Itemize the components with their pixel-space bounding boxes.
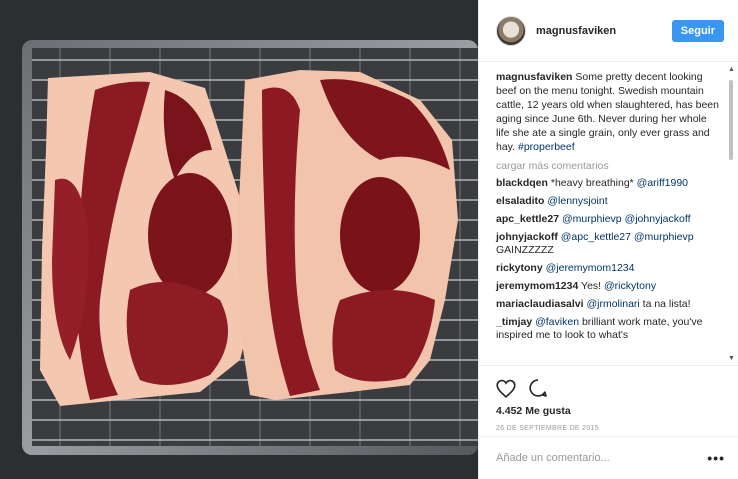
comment-text: GAINZZZZZ: [496, 244, 554, 256]
comment-mention[interactable]: @faviken: [535, 316, 579, 328]
follow-button[interactable]: Seguir: [671, 19, 724, 42]
post-header: magnusfaviken Seguir: [479, 0, 738, 62]
comment-username[interactable]: johnyjackoff: [496, 231, 558, 243]
comment-item: blackdqen *heavy breathing* @ariff1990: [496, 177, 721, 190]
comment-mention[interactable]: @jeremymom1234: [546, 262, 635, 274]
post-side-panel: magnusfaviken Seguir magnusfaviken Some …: [478, 0, 738, 479]
comment-item: apc_kettle27 @murphievp @johnyjackoff: [496, 213, 721, 226]
comment-item: _timjay @faviken brilliant work mate, yo…: [496, 316, 721, 342]
comment-mention[interactable]: @jrmolinari: [586, 298, 639, 310]
scroll-down-arrow-icon[interactable]: ▼: [728, 355, 735, 362]
comment-bubble-icon[interactable]: [528, 378, 548, 398]
comment-username[interactable]: elsaladito: [496, 195, 544, 207]
add-comment-input[interactable]: [496, 452, 708, 464]
post-date: 26 DE SEPTIEMBRE DE 2015: [496, 425, 599, 432]
comment-mention[interactable]: @lennysjoint: [547, 195, 607, 207]
comment-username[interactable]: blackdqen: [496, 177, 548, 189]
scrollbar-thumb[interactable]: [729, 80, 733, 160]
comment-item: elsaladito @lennysjoint: [496, 195, 721, 208]
comments-scrollbar[interactable]: ▲ ▼: [727, 66, 735, 362]
scroll-up-arrow-icon[interactable]: ▲: [728, 66, 735, 73]
comment-text: Yes!: [581, 280, 605, 292]
comment-username[interactable]: mariaclaudiasalvi: [496, 298, 584, 310]
heart-icon[interactable]: [496, 379, 516, 398]
comment-mention[interactable]: @murphievp @johnyjackoff: [562, 213, 691, 225]
comment-item: mariaclaudiasalvi @jrmolinari ta na list…: [496, 298, 721, 311]
more-options-button[interactable]: •••: [707, 450, 725, 466]
comment-item: rickytony @jeremymom1234: [496, 262, 721, 275]
comment-item: jeremymom1234 Yes! @rickytony: [496, 280, 721, 293]
likes-count[interactable]: 4.452 Me gusta: [496, 405, 722, 417]
load-more-comments-link[interactable]: cargar más comentarios: [496, 160, 721, 172]
action-icons: [496, 374, 722, 402]
post-photo[interactable]: [0, 0, 478, 479]
post-actions: 4.452 Me gusta 26 DE SEPTIEMBRE DE 2015: [479, 365, 738, 432]
add-comment-bar: •••: [479, 436, 738, 479]
comments-list[interactable]: magnusfaviken Some pretty decent looking…: [479, 66, 738, 364]
comment-text: *heavy breathing*: [550, 177, 637, 189]
comment-username[interactable]: rickytony: [496, 262, 543, 274]
header-username[interactable]: magnusfaviken: [536, 25, 672, 37]
beef-steaks-image: [0, 0, 478, 479]
caption-username[interactable]: magnusfaviken: [496, 71, 572, 83]
comment-username[interactable]: apc_kettle27: [496, 213, 559, 225]
comment-text: ta na lista!: [639, 298, 691, 310]
comment-mention[interactable]: @ariff1990: [637, 177, 688, 189]
comment-username[interactable]: jeremymom1234: [496, 280, 578, 292]
comment-mention[interactable]: @rickytony: [604, 280, 656, 292]
avatar[interactable]: [496, 15, 526, 46]
post-caption: magnusfaviken Some pretty decent looking…: [496, 70, 721, 154]
comment-mention[interactable]: @apc_kettle27 @murphievp: [561, 231, 694, 243]
comment-item: johnyjackoff @apc_kettle27 @murphievp GA…: [496, 231, 721, 257]
comment-username[interactable]: _timjay: [496, 316, 532, 328]
caption-hashtag[interactable]: #properbeef: [518, 141, 575, 153]
